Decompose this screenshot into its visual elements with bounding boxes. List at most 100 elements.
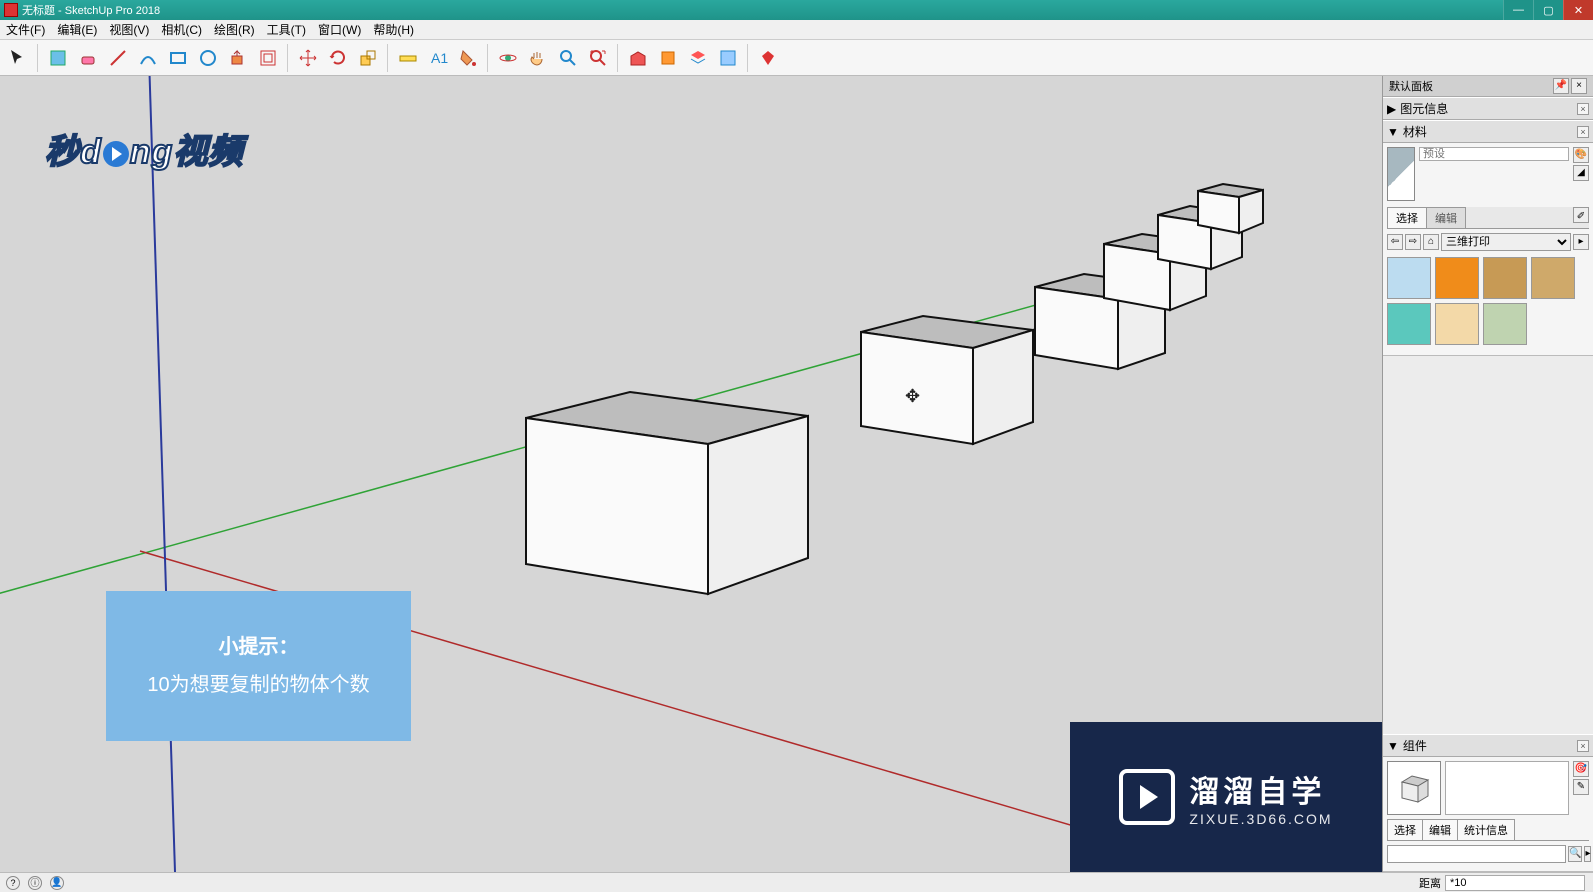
- menu-window[interactable]: 窗口(W): [312, 21, 367, 38]
- layers-icon[interactable]: [684, 44, 712, 72]
- component-preview[interactable]: [1387, 761, 1441, 815]
- toolbar-separator: [37, 44, 39, 72]
- pin-icon[interactable]: 📌: [1553, 78, 1569, 94]
- panel-close-icon[interactable]: ×: [1577, 103, 1589, 115]
- maximize-button[interactable]: ▢: [1533, 0, 1563, 20]
- user-icon[interactable]: 👤: [50, 876, 64, 890]
- pushpull-icon[interactable]: [224, 44, 252, 72]
- minimize-button[interactable]: —: [1503, 0, 1533, 20]
- ruby-icon[interactable]: [754, 44, 782, 72]
- material-preview[interactable]: [1387, 147, 1415, 201]
- component-description[interactable]: [1445, 761, 1569, 815]
- component-menu-icon[interactable]: ▸: [1584, 846, 1591, 862]
- svg-text:A1: A1: [431, 50, 448, 66]
- tray-title: 默认面板: [1389, 78, 1433, 94]
- pan-icon[interactable]: [524, 44, 552, 72]
- app-icon: [4, 3, 18, 17]
- menu-view[interactable]: 视图(V): [103, 21, 155, 38]
- components-tab-select[interactable]: 选择: [1387, 819, 1423, 840]
- box-object: [855, 286, 1040, 451]
- outliner-icon[interactable]: [714, 44, 742, 72]
- statusbar: ? ⓘ 👤 距离 *10: [0, 872, 1593, 892]
- create-material-icon[interactable]: 🎨: [1573, 147, 1589, 163]
- panel-close-icon[interactable]: ×: [1577, 126, 1589, 138]
- menubar: 文件(F) 编辑(E) 视图(V) 相机(C) 绘图(R) 工具(T) 窗口(W…: [0, 20, 1593, 40]
- line-icon[interactable]: [104, 44, 132, 72]
- toolbar-separator: [287, 44, 289, 72]
- material-name-input[interactable]: [1419, 147, 1569, 161]
- text-icon[interactable]: A1: [424, 44, 452, 72]
- scale-icon[interactable]: [354, 44, 382, 72]
- menu-camera[interactable]: 相机(C): [155, 21, 208, 38]
- search-icon[interactable]: 🔍: [1568, 846, 1582, 862]
- paint-icon[interactable]: [454, 44, 482, 72]
- material-swatch[interactable]: [1531, 257, 1575, 299]
- material-swatch[interactable]: [1435, 303, 1479, 345]
- panel-materials-body: 🎨 ◢ 选择 编辑 ✐ ⇦ ⇨ ⌂ 三维打印 ▸: [1383, 143, 1593, 356]
- tray-header[interactable]: 默认面板 📌 ×: [1383, 76, 1593, 97]
- material-swatch[interactable]: [1435, 257, 1479, 299]
- component-options-icon[interactable]: 🎯: [1573, 761, 1589, 777]
- component-search-input[interactable]: [1387, 845, 1566, 863]
- circle-icon[interactable]: [194, 44, 222, 72]
- material-swatches: [1387, 255, 1589, 351]
- viewport-3d[interactable]: ✥ 小提示： 10为想要复制的物体个数 秒dng视频 溜溜自学 ZIXUE.3D…: [0, 76, 1383, 872]
- material-swatch[interactable]: [1387, 303, 1431, 345]
- material-swatch[interactable]: [1483, 303, 1527, 345]
- menu-file[interactable]: 文件(F): [0, 21, 51, 38]
- tip-heading: 小提示：: [219, 628, 299, 666]
- panel-title: 材料: [1403, 123, 1427, 140]
- move-icon[interactable]: [294, 44, 322, 72]
- close-button[interactable]: ✕: [1563, 0, 1593, 20]
- toolbar-separator: [747, 44, 749, 72]
- nav-back-icon[interactable]: ⇦: [1387, 234, 1403, 250]
- panel-entity-info[interactable]: ▶ 图元信息 ×: [1383, 97, 1593, 120]
- menu-edit[interactable]: 编辑(E): [51, 21, 103, 38]
- toolbar-separator: [617, 44, 619, 72]
- component-advanced-icon[interactable]: ✎: [1573, 779, 1589, 795]
- tray-close-icon[interactable]: ×: [1571, 78, 1587, 94]
- extension-icon[interactable]: [654, 44, 682, 72]
- menu-help[interactable]: 帮助(H): [367, 21, 420, 38]
- collapse-icon: ▼: [1387, 739, 1399, 753]
- materials-tab-edit[interactable]: 编辑: [1426, 207, 1466, 228]
- help-icon[interactable]: ?: [6, 876, 20, 890]
- tape-icon[interactable]: [394, 44, 422, 72]
- details-icon[interactable]: ▸: [1573, 234, 1589, 250]
- panel-components-header[interactable]: ▼ 组件 ×: [1383, 734, 1593, 757]
- panel-title: 图元信息: [1400, 100, 1448, 117]
- material-swatch[interactable]: [1483, 257, 1527, 299]
- components-tab-edit[interactable]: 编辑: [1422, 819, 1458, 840]
- panel-close-icon[interactable]: ×: [1577, 740, 1589, 752]
- offset-icon[interactable]: [254, 44, 282, 72]
- zoom-icon[interactable]: [554, 44, 582, 72]
- info-icon[interactable]: ⓘ: [28, 876, 42, 890]
- nav-fwd-icon[interactable]: ⇨: [1405, 234, 1421, 250]
- panel-components-body: 🎯 ✎ 选择 编辑 统计信息 🔍 ▸: [1383, 757, 1593, 872]
- menu-tools[interactable]: 工具(T): [261, 21, 312, 38]
- window-controls: — ▢ ✕: [1503, 0, 1593, 20]
- default-material-icon[interactable]: ◢: [1573, 165, 1589, 181]
- rotate-icon[interactable]: [324, 44, 352, 72]
- eyedropper-icon[interactable]: ✐: [1573, 207, 1589, 223]
- measurement-input[interactable]: *10: [1445, 875, 1585, 891]
- materials-tab-select[interactable]: 选择: [1387, 207, 1427, 228]
- template-icon[interactable]: [44, 44, 72, 72]
- zoom-extents-icon[interactable]: [584, 44, 612, 72]
- rectangle-icon[interactable]: [164, 44, 192, 72]
- home-icon[interactable]: ⌂: [1423, 234, 1439, 250]
- components-tab-stats[interactable]: 统计信息: [1457, 819, 1515, 840]
- warehouse-icon[interactable]: [624, 44, 652, 72]
- orbit-icon[interactable]: [494, 44, 522, 72]
- menu-draw[interactable]: 绘图(R): [208, 21, 261, 38]
- arc-icon[interactable]: [134, 44, 162, 72]
- eraser-icon[interactable]: [74, 44, 102, 72]
- main-area: ✥ 小提示： 10为想要复制的物体个数 秒dng视频 溜溜自学 ZIXUE.3D…: [0, 76, 1593, 872]
- toolbar-separator: [387, 44, 389, 72]
- select-tool-icon[interactable]: [4, 44, 32, 72]
- side-tray: 默认面板 📌 × ▶ 图元信息 × ▼ 材料 × 🎨: [1383, 76, 1593, 872]
- material-swatch[interactable]: [1387, 257, 1431, 299]
- panel-materials-header[interactable]: ▼ 材料 ×: [1383, 120, 1593, 143]
- titlebar: 无标题 - SketchUp Pro 2018 — ▢ ✕: [0, 0, 1593, 20]
- material-collection-select[interactable]: 三维打印: [1441, 233, 1571, 251]
